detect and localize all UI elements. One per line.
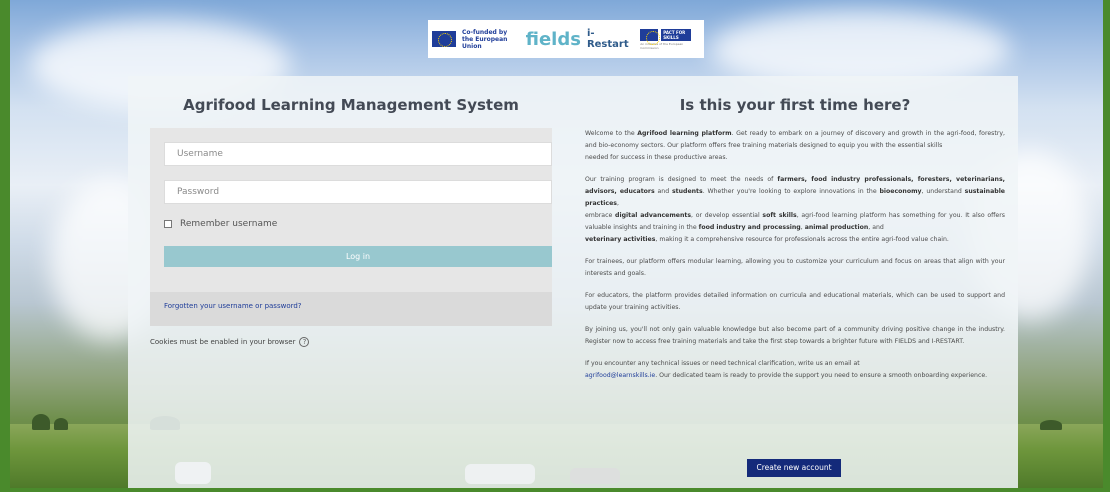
remember-label: Remember username <box>180 219 278 229</box>
eu-cofunded-text: Co-funded by the European Union <box>462 29 520 50</box>
forgot-row: Forgotten your username or password? <box>150 292 552 326</box>
tree <box>54 418 68 430</box>
intro-bold: bioeconomy <box>879 188 922 195</box>
partner-logo-banner: Co-funded by the European Union fields i… <box>428 20 704 58</box>
intro-bold: veterinary activities <box>585 236 656 243</box>
password-input[interactable]: Password <box>164 180 552 204</box>
intro-text: , <box>616 200 619 207</box>
intro-bold: digital advancements <box>615 212 692 219</box>
intro-text: Our training program is designed to meet… <box>585 176 778 183</box>
intro-bold: soft skills <box>762 212 797 219</box>
support-email-link[interactable]: agrifood@learnskills.ie <box>585 372 655 379</box>
intro-text: and <box>654 188 672 195</box>
intro-text: needed for success in these productive a… <box>585 154 728 161</box>
intro-paragraph-1: Welcome to the Agrifood learning platfor… <box>585 128 1005 164</box>
intro-text: , making it a comprehensive resource for… <box>655 236 949 243</box>
pact-text-line2: SKILLS <box>663 34 679 40</box>
cookies-text: Cookies must be enabled in your browser <box>150 338 296 346</box>
background-frame: Co-funded by the European Union fields i… <box>10 0 1103 488</box>
eu-flag-icon <box>432 31 456 47</box>
fields-logo: fields <box>525 28 581 50</box>
intro-text: embrace <box>585 212 616 219</box>
login-title: Agrifood Learning Management System <box>183 96 519 114</box>
intro-bold: animal production <box>804 224 869 231</box>
intro-bold: food industry and processing <box>698 224 801 231</box>
intro-paragraph-3: For trainees, our platform offers modula… <box>585 258 1005 277</box>
intro-paragraph-6: If you encounter any technical issues or… <box>585 358 1005 382</box>
pact-for-skills-logo: PACT FOR SKILLS An initiative of the Eur… <box>640 28 700 50</box>
login-form: Username Password Remember username Log … <box>150 128 552 326</box>
intro-text: . Whether you're looking to explore inno… <box>702 188 880 195</box>
forgot-password-link[interactable]: Forgotten your username or password? <box>164 302 302 310</box>
intro-paragraph-4: For educators, the platform provides det… <box>585 292 1005 311</box>
pact-badge: PACT FOR SKILLS <box>661 28 692 41</box>
question-circle-icon[interactable]: ? <box>299 337 310 347</box>
restart-logo: i-Restart <box>586 28 629 50</box>
main-panel: Agrifood Learning Management System User… <box>128 76 1018 488</box>
create-account-button[interactable]: Create new account <box>747 459 841 477</box>
tree <box>32 414 50 430</box>
username-input[interactable]: Username <box>164 142 552 166</box>
intro-text: If you encounter any technical issues or… <box>585 360 860 367</box>
intro-text: Welcome to the <box>585 130 638 137</box>
login-column: Agrifood Learning Management System User… <box>150 76 552 347</box>
intro-text: , or develop essential <box>691 212 763 219</box>
remember-checkbox[interactable] <box>164 220 172 228</box>
remember-username[interactable]: Remember username <box>164 219 277 229</box>
intro-title: Is this your first time here? <box>679 96 911 114</box>
intro-paragraph-2: Our training program is designed to meet… <box>585 174 1005 246</box>
cookies-note: Cookies must be enabled in your browser … <box>150 337 552 347</box>
intro-text: . Our dedicated team is ready to provide… <box>655 372 988 379</box>
eu-text-line2: the European Union <box>462 35 508 50</box>
tree <box>1040 420 1062 430</box>
intro-bold: Agrifood learning platform <box>637 130 732 137</box>
eu-flag-icon <box>640 28 661 45</box>
intro-bold: students <box>671 188 703 195</box>
eu-text-line1: Co-funded by <box>462 28 508 36</box>
intro-paragraph-5: By joining us, you'll not only gain valu… <box>585 326 1005 345</box>
intro-column: Is this your first time here? Welcome to… <box>585 76 1005 477</box>
intro-text: , and <box>868 224 884 231</box>
login-button[interactable]: Log in <box>164 246 552 267</box>
intro-text: , understand <box>921 188 965 195</box>
